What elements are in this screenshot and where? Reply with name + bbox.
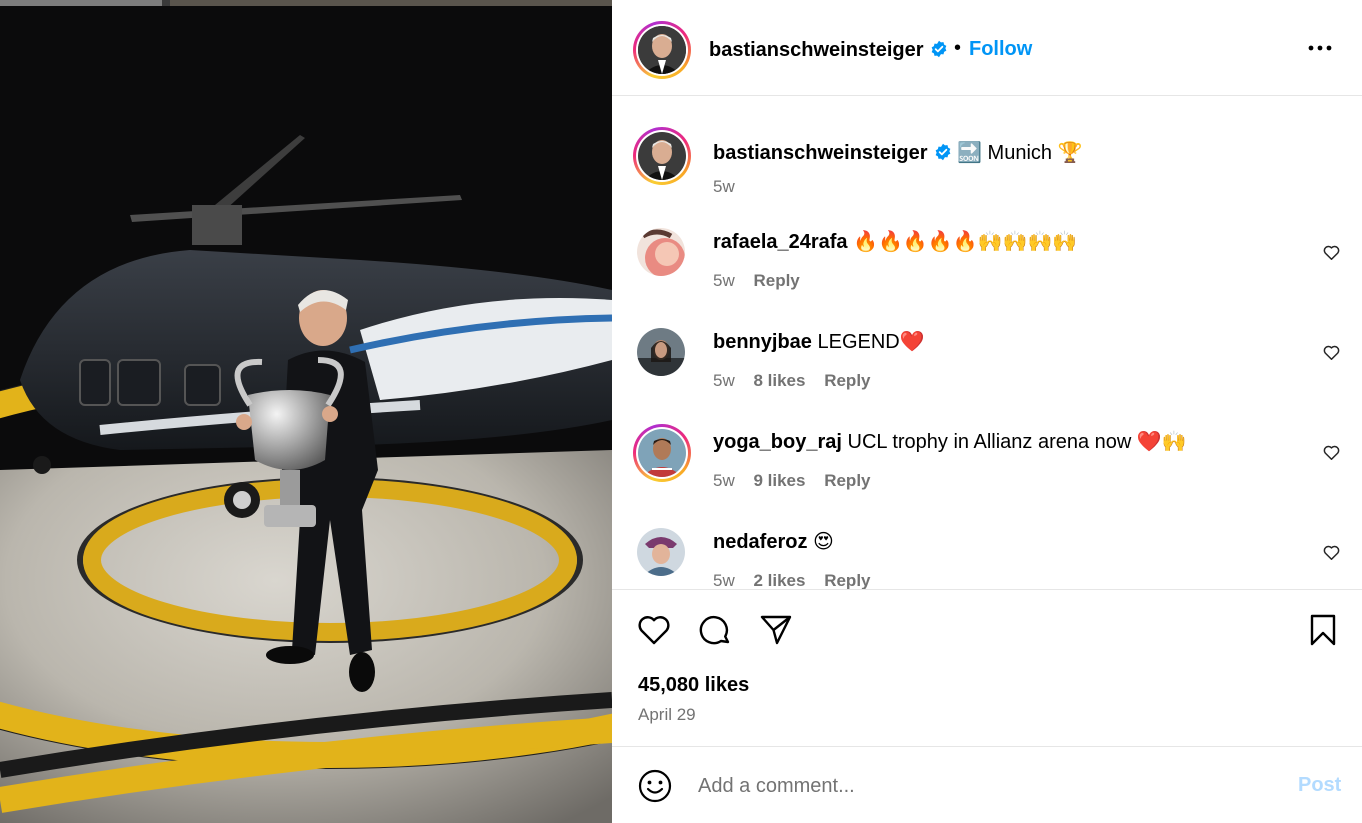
share-paper-plane-icon[interactable] bbox=[758, 612, 794, 648]
comment-text: LEGEND❤️ bbox=[817, 331, 925, 353]
comment-time[interactable]: 5w bbox=[713, 371, 735, 390]
comment-item: yoga_boy_raj UCL trophy in Allianz arena… bbox=[612, 418, 1362, 518]
post-actions: 45,080 likes April 29 bbox=[612, 589, 1362, 746]
caption-avatar[interactable] bbox=[633, 127, 691, 185]
post-date[interactable]: April 29 bbox=[638, 705, 696, 725]
verified-badge-icon bbox=[935, 143, 950, 161]
comment-like-heart-icon[interactable] bbox=[1322, 243, 1341, 262]
comment-time[interactable]: 5w bbox=[713, 271, 735, 290]
commenter-avatar-image bbox=[637, 228, 685, 276]
post-details-panel: bastianschweinsteiger • Follow bastiansc… bbox=[612, 6, 1362, 823]
comment-username[interactable]: rafaela_24rafa bbox=[713, 231, 848, 253]
save-bookmark-icon[interactable] bbox=[1305, 612, 1341, 648]
commenter-avatar[interactable] bbox=[637, 228, 685, 276]
comment-text: 🔥🔥🔥🔥🔥🙌🙌🙌🙌 bbox=[853, 231, 1078, 253]
more-options-icon[interactable] bbox=[1306, 34, 1334, 62]
comment-like-heart-icon[interactable] bbox=[1322, 343, 1341, 362]
post-photo[interactable] bbox=[0, 0, 612, 823]
commenter-avatar[interactable] bbox=[637, 528, 685, 576]
comment-reply-button[interactable]: Reply bbox=[824, 571, 870, 589]
post-image bbox=[0, 6, 612, 823]
caption-avatar-image bbox=[638, 132, 686, 180]
caption-meta: 5w bbox=[713, 177, 749, 197]
comment-likes-count[interactable]: 8 likes bbox=[753, 371, 805, 390]
comment-item: nedaferoz 😍 5w 2 likes Reply bbox=[612, 518, 1362, 589]
comment-meta: 5w 8 likes Reply bbox=[713, 371, 885, 391]
comment-meta: 5w 9 likes Reply bbox=[713, 471, 885, 491]
commenter-avatar-image bbox=[637, 328, 685, 376]
comment-text-line: yoga_boy_raj UCL trophy in Allianz arena… bbox=[713, 430, 1187, 454]
comments-list[interactable]: bastianschweinsteiger 🔜 Munich 🏆 5w rafa… bbox=[612, 97, 1362, 589]
caption-username[interactable]: bastianschweinsteiger bbox=[713, 142, 928, 164]
post-header: bastianschweinsteiger • Follow bbox=[612, 6, 1362, 96]
comment-reply-button[interactable]: Reply bbox=[824, 471, 870, 490]
header-separator: • bbox=[954, 37, 962, 59]
comment-text-line: bennyjbae LEGEND❤️ bbox=[713, 330, 925, 354]
commenter-avatar[interactable] bbox=[633, 424, 691, 482]
comment-likes-count[interactable]: 2 likes bbox=[753, 571, 805, 589]
comment-text-line: nedaferoz 😍 bbox=[713, 530, 834, 554]
comment-bubble-icon[interactable] bbox=[697, 612, 733, 648]
caption-time[interactable]: 5w bbox=[713, 177, 735, 196]
comment-meta: 5w Reply bbox=[713, 271, 814, 291]
author-avatar-image bbox=[638, 26, 686, 74]
author-avatar[interactable] bbox=[633, 21, 691, 79]
comment-likes-count[interactable]: 9 likes bbox=[753, 471, 805, 490]
comment-time[interactable]: 5w bbox=[713, 471, 735, 490]
comment-username[interactable]: bennyjbae bbox=[713, 331, 812, 353]
comment-time[interactable]: 5w bbox=[713, 571, 735, 589]
emoji-smiley-icon[interactable] bbox=[637, 768, 673, 804]
comment-like-heart-icon[interactable] bbox=[1322, 543, 1341, 562]
comment-text: 😍 bbox=[813, 531, 834, 553]
add-comment-bar: Post bbox=[612, 746, 1362, 823]
commenter-avatar[interactable] bbox=[637, 328, 685, 376]
comment-text: UCL trophy in Allianz arena now ❤️🙌 bbox=[847, 431, 1187, 453]
commenter-avatar-image bbox=[637, 528, 685, 576]
add-comment-input[interactable] bbox=[698, 769, 1258, 803]
post-comment-button[interactable]: Post bbox=[1298, 774, 1341, 797]
comment-username[interactable]: yoga_boy_raj bbox=[713, 431, 842, 453]
caption-text-line: bastianschweinsteiger 🔜 Munich 🏆 bbox=[713, 141, 1082, 165]
caption-text: 🔜 Munich 🏆 bbox=[957, 142, 1083, 164]
comment-item: rafaela_24rafa 🔥🔥🔥🔥🔥🙌🙌🙌🙌 5w Reply bbox=[612, 218, 1362, 318]
likes-count[interactable]: 45,080 likes bbox=[638, 674, 749, 697]
caption-row: bastianschweinsteiger 🔜 Munich 🏆 5w bbox=[612, 121, 1362, 221]
comment-reply-button[interactable]: Reply bbox=[753, 271, 799, 290]
follow-button[interactable]: Follow bbox=[969, 38, 1032, 61]
comment-meta: 5w 2 likes Reply bbox=[713, 571, 885, 589]
comment-reply-button[interactable]: Reply bbox=[824, 371, 870, 390]
author-username-text[interactable]: bastianschweinsteiger bbox=[709, 39, 924, 61]
comment-like-heart-icon[interactable] bbox=[1322, 443, 1341, 462]
commenter-avatar-image bbox=[638, 429, 686, 477]
verified-badge-icon bbox=[931, 40, 946, 58]
comment-text-line: rafaela_24rafa 🔥🔥🔥🔥🔥🙌🙌🙌🙌 bbox=[713, 230, 1077, 254]
comment-item: bennyjbae LEGEND❤️ 5w 8 likes Reply bbox=[612, 318, 1362, 418]
comment-username[interactable]: nedaferoz bbox=[713, 531, 807, 553]
author-username[interactable]: bastianschweinsteiger bbox=[709, 39, 948, 62]
like-heart-icon[interactable] bbox=[636, 612, 672, 648]
